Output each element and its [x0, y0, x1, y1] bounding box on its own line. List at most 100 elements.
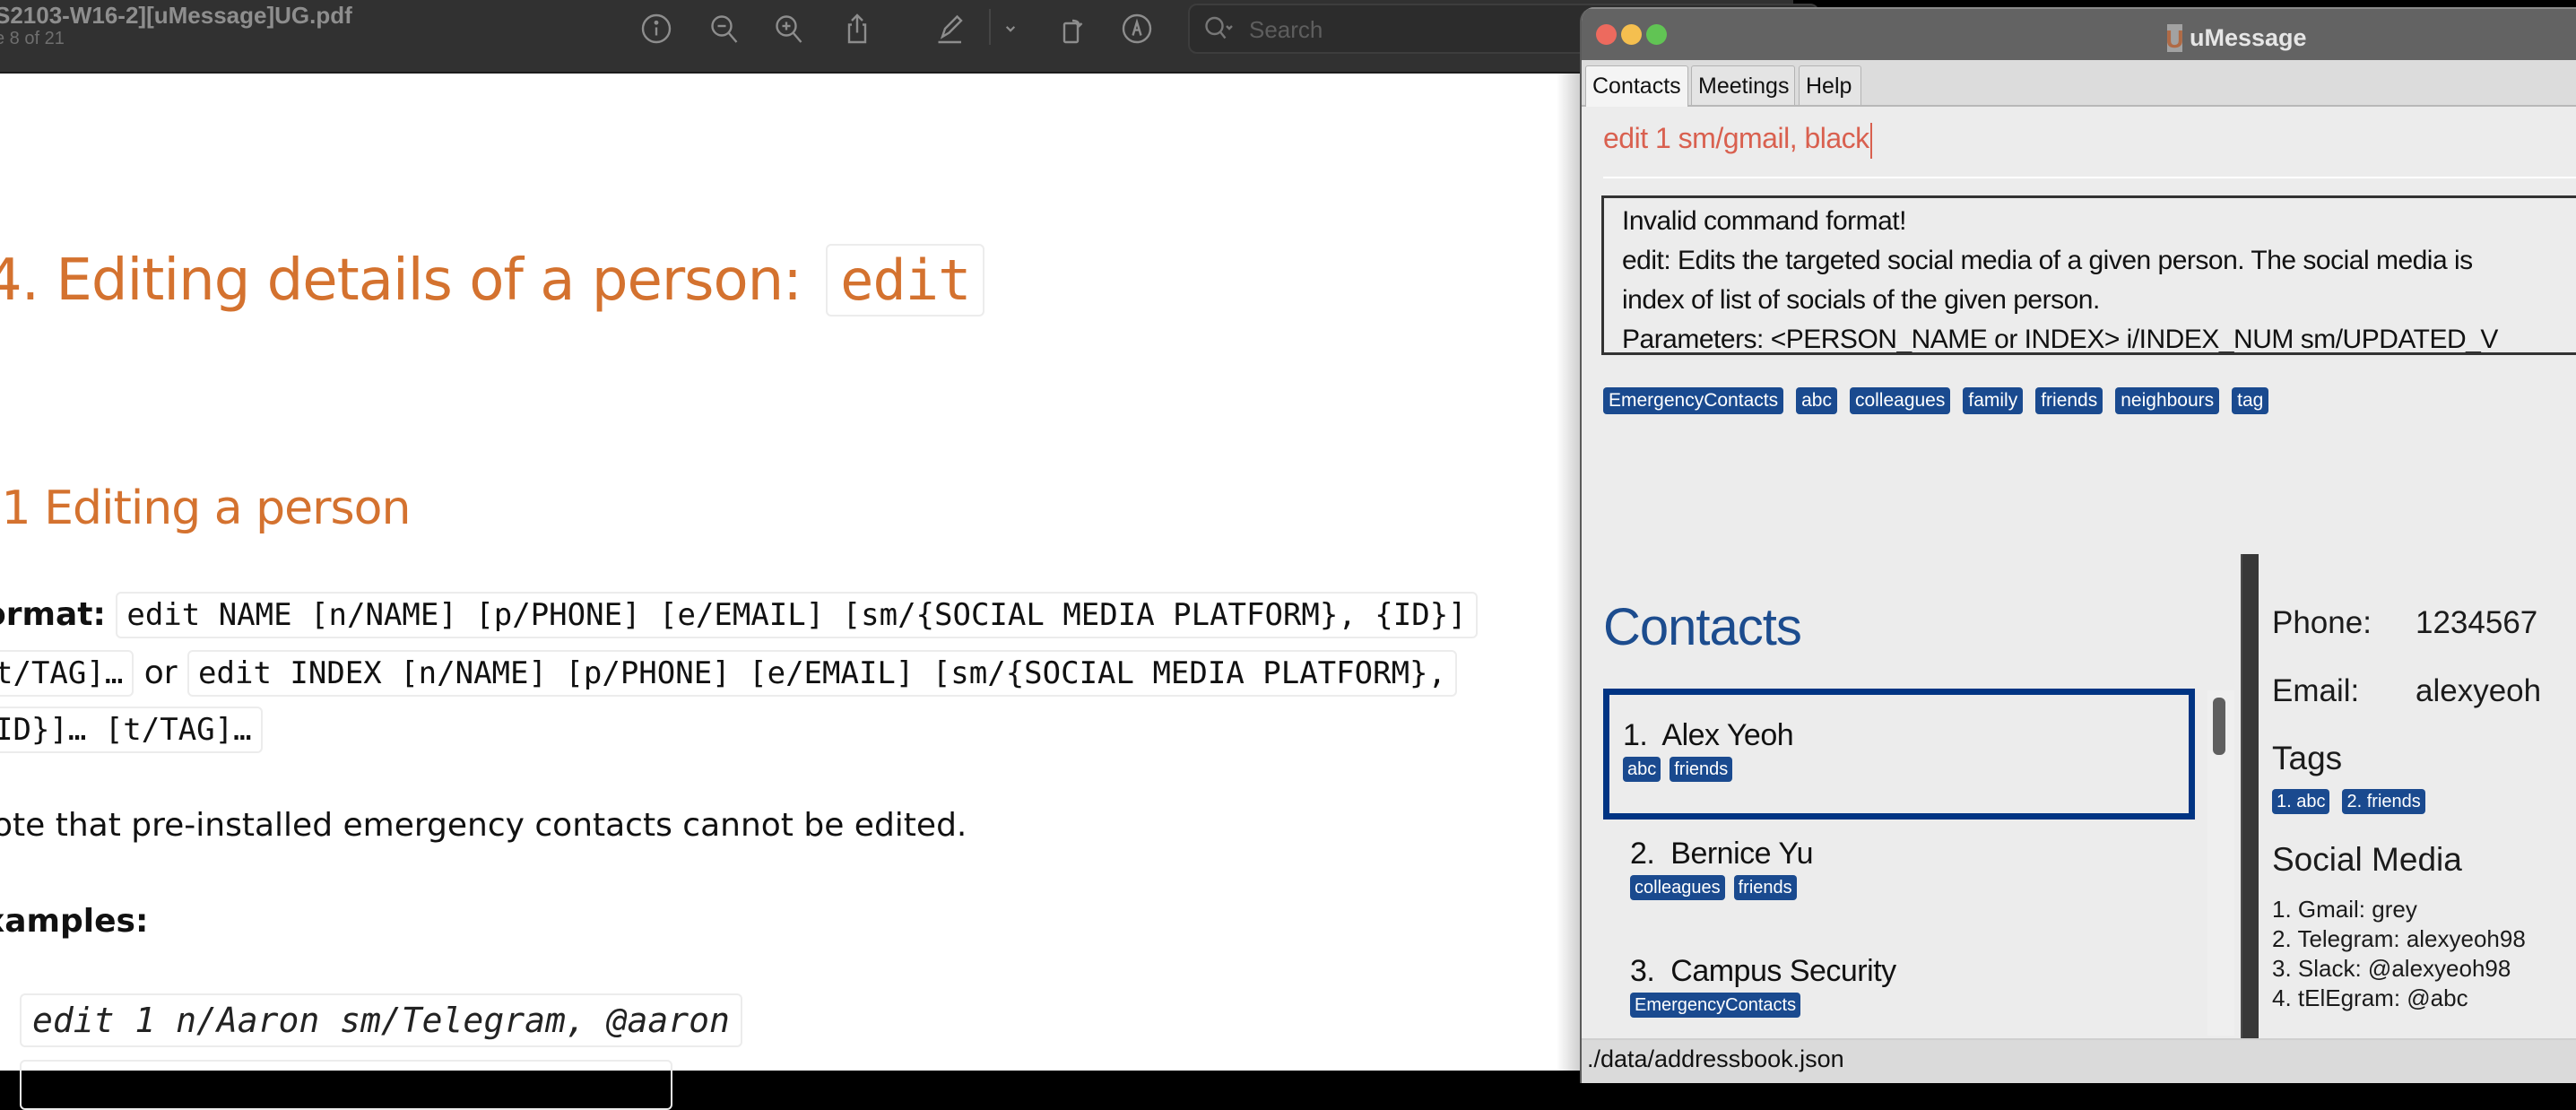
tags-heading: Tags [2272, 740, 2343, 776]
email-row: Email: alexyeoh [2272, 673, 2541, 709]
contact-card[interactable]: 3. Campus Security EmergencyContacts [1603, 954, 2195, 1034]
email-value: alexyeoh [2416, 673, 2542, 708]
contact-index: 2. [1630, 837, 1655, 871]
app-title: uMessage [2190, 24, 2307, 51]
format-line: t/TAG]… or edit INDEX [n/NAME] [p/PHONE]… [0, 650, 1457, 697]
tag-chip: 2. friends [2342, 789, 2425, 814]
contact-tags: colleagues friends [1630, 875, 2195, 900]
tag-chip: abc [1623, 757, 1661, 782]
format-label: ormat: [0, 596, 106, 633]
toolbar-separator [989, 9, 991, 45]
tag-chip: EmergencyContacts [1630, 993, 1801, 1018]
split-pane-divider[interactable] [2241, 554, 2259, 1045]
social-media-item: 3. Slack: @alexyeoh98 [2272, 955, 2511, 982]
result-line: Parameters: <PERSON_NAME or INDEX> i/IND… [1622, 325, 2498, 354]
rotate-icon[interactable] [1054, 11, 1090, 47]
social-media-item: 4. tElEgram: @abc [2272, 984, 2468, 1011]
email-label: Email: [2272, 673, 2360, 708]
tag-chip[interactable]: family [1963, 387, 2024, 414]
window-shadow [1557, 74, 1580, 1071]
section-heading: 4. Editing details of a person: edit [0, 244, 985, 317]
contacts-heading: Contacts [1603, 598, 1802, 656]
search-icon [1202, 13, 1235, 45]
search-placeholder: Search [1249, 16, 1323, 43]
note-text: lote that pre-installed emergency contac… [0, 807, 967, 844]
phone-row: Phone: 1234567 [2272, 605, 2537, 641]
tag-chip: colleagues [1630, 875, 1725, 900]
format-line: ormat: edit NAME [n/NAME] [p/PHONE] [e/E… [0, 592, 1478, 638]
example-code [20, 1060, 672, 1110]
contact-name-text: Bernice Yu [1670, 837, 1814, 871]
maximize-button[interactable] [1646, 24, 1667, 45]
command-input[interactable]: edit 1 sm/gmail, black [1603, 122, 1872, 159]
chevron-down-icon[interactable] [999, 11, 1022, 47]
result-line: index of list of socials of the given pe… [1622, 285, 2100, 315]
zoom-out-icon[interactable] [707, 11, 742, 47]
tag-chip: friends [1733, 875, 1797, 900]
format-code-name-cont: t/TAG]… [0, 650, 134, 697]
command-input-underline [1603, 177, 2576, 178]
format-code-index-cont: ID}]… [t/TAG]… [0, 707, 263, 753]
command-input-value: edit 1 sm/gmail, black [1603, 122, 1869, 154]
document-title: S2103-W16-2][uMessage]UG.pdf [0, 2, 352, 29]
tag-filter-list: EmergencyContacts abc colleagues family … [1603, 387, 2269, 414]
result-line: edit: Edits the targeted social media of… [1622, 246, 2473, 275]
tag-chip[interactable]: neighbours [2115, 387, 2220, 414]
contact-card[interactable]: 1. Alex Yeoh abc friends [1603, 689, 2195, 819]
tag-chip[interactable]: friends [2035, 387, 2103, 414]
scrollbar-thumb[interactable] [2213, 698, 2225, 755]
tag-chip: 1. abc [2272, 789, 2330, 814]
result-display[interactable]: Invalid command format! edit: Edits the … [1601, 195, 2576, 355]
tag-chip: friends [1670, 757, 1733, 782]
contact-tags: abc friends [1623, 757, 2189, 782]
tab-help[interactable]: Help [1799, 65, 1861, 105]
page-indicator: e 8 of 21 [0, 29, 65, 48]
contact-name-text: Alex Yeoh [1661, 718, 1794, 752]
result-line: Invalid command format! [1622, 206, 1906, 236]
data-file-path: ./data/addressbook.json [1587, 1045, 1844, 1072]
info-icon[interactable] [638, 11, 674, 47]
pdf-page: 4. Editing details of a person: edit .1 … [0, 74, 1580, 1110]
examples-label: xamples: [0, 903, 149, 940]
contact-index: 3. [1630, 954, 1655, 988]
phone-label: Phone: [2272, 605, 2372, 640]
pdf-toolbar: S2103-W16-2][uMessage]UG.pdf e 8 of 21 S… [0, 0, 1819, 74]
title-bar[interactable]: U uMessage [1582, 7, 2576, 62]
markup-icon[interactable] [1119, 11, 1155, 47]
detail-tags: 1. abc 2. friends [2272, 789, 2425, 814]
contact-list-pane: Contacts 1. Alex Yeoh abc friends 2. Ber… [1582, 545, 2242, 1044]
contact-name: 3. Campus Security [1630, 954, 2195, 989]
highlight-pen-icon[interactable] [932, 11, 968, 47]
tab-contacts[interactable]: Contacts [1585, 65, 1688, 107]
text-caret [1869, 122, 1872, 159]
zoom-in-icon[interactable] [771, 11, 807, 47]
phone-value: 1234567 [2416, 605, 2538, 640]
contact-list: 1. Alex Yeoh abc friends 2. Bernice Yu c… [1603, 689, 2202, 1034]
format-code-index: edit INDEX [n/NAME] [p/PHONE] [e/EMAIL] … [187, 650, 1457, 697]
contact-name-text: Campus Security [1670, 954, 1896, 988]
tag-chip[interactable]: abc [1796, 387, 1837, 414]
minimize-button[interactable] [1621, 24, 1642, 45]
format-or: or [143, 655, 178, 691]
contact-index: 1. [1623, 718, 1648, 752]
contact-name: 1. Alex Yeoh [1623, 718, 2189, 753]
window-title: U uMessage [2165, 24, 2307, 53]
close-button[interactable] [1596, 24, 1617, 45]
subsection-heading: .1 Editing a person [0, 481, 411, 535]
format-line: ID}]… [t/TAG]… [0, 707, 263, 753]
section-heading-text: 4. Editing details of a person: [0, 247, 802, 314]
status-bar: ./data/addressbook.json [1582, 1038, 2576, 1083]
tag-chip[interactable]: tag [2232, 387, 2269, 414]
umessage-window: U uMessage Contacts Meetings Help edit 1… [1580, 7, 2576, 1083]
contact-name: 2. Bernice Yu [1630, 837, 2195, 872]
tab-meetings[interactable]: Meetings [1691, 65, 1795, 105]
contact-card[interactable]: 2. Bernice Yu colleagues friends [1603, 837, 2195, 953]
share-icon[interactable] [839, 11, 875, 47]
social-media-item: 2. Telegram: alexyeoh98 [2272, 925, 2526, 952]
example-code: edit 1 n/Aaron sm/Telegram, @aaron [20, 993, 742, 1047]
tag-chip[interactable]: colleagues [1849, 387, 1951, 414]
app-logo-icon: U [2165, 24, 2184, 53]
format-code-name: edit NAME [n/NAME] [p/PHONE] [e/EMAIL] [… [116, 592, 1478, 638]
tag-chip[interactable]: EmergencyContacts [1603, 387, 1784, 414]
social-media-heading: Social Media [2272, 841, 2462, 878]
